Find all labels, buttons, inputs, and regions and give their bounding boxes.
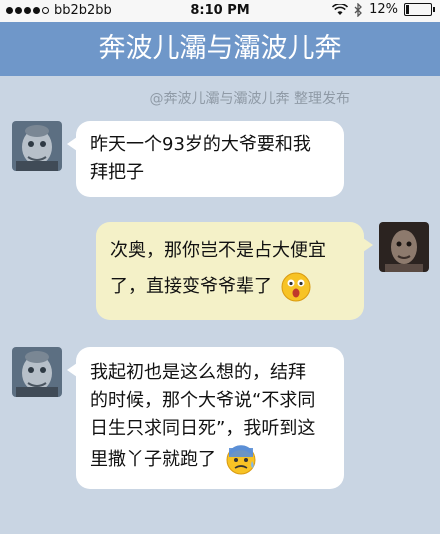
message-bubble: 次奥，那你岂不是占大便宜 了，直接变爷爷辈了	[96, 222, 373, 320]
battery-icon	[404, 3, 435, 16]
avatar[interactable]	[379, 222, 429, 272]
anxious-sweat-face-icon	[226, 445, 256, 475]
message-line: 的时候，那个大爷说“不求同	[90, 390, 316, 411]
message-line: 拜把子	[90, 162, 144, 183]
avatar[interactable]	[12, 121, 62, 171]
status-right: 12%	[332, 2, 435, 17]
battery-fill	[406, 5, 409, 14]
status-bar: bb2b2bb 8:10 PM 12%	[0, 0, 440, 22]
bluetooth-icon	[354, 2, 363, 17]
surprised-face-icon	[281, 272, 311, 302]
page-title: 奔波儿灞与灞波儿奔	[0, 22, 440, 76]
message-line: 我起初也是这么想的，结拜	[90, 362, 306, 383]
message-line: 了，直接变爷爷辈了	[110, 276, 272, 297]
message-bubble: 昨天一个93岁的大爷要和我 拜把子	[67, 121, 344, 197]
wifi-icon	[332, 3, 349, 15]
message-line: 次奥，那你岂不是占大便宜	[110, 240, 326, 261]
avatar[interactable]	[12, 347, 62, 397]
message-line: 昨天一个93岁的大爷要和我	[90, 134, 311, 155]
message-bubble: 我起初也是这么想的，结拜 的时候，那个大爷说“不求同 日生只求同日死”，我听到这…	[67, 347, 344, 489]
battery-percent: 12%	[369, 2, 398, 17]
watermark: @奔波儿灞与灞波儿奔 整理发布	[149, 91, 350, 107]
message-line: 日生只求同日死”，我听到这	[90, 418, 316, 439]
message-line: 里撒丫子就跑了	[90, 449, 216, 470]
